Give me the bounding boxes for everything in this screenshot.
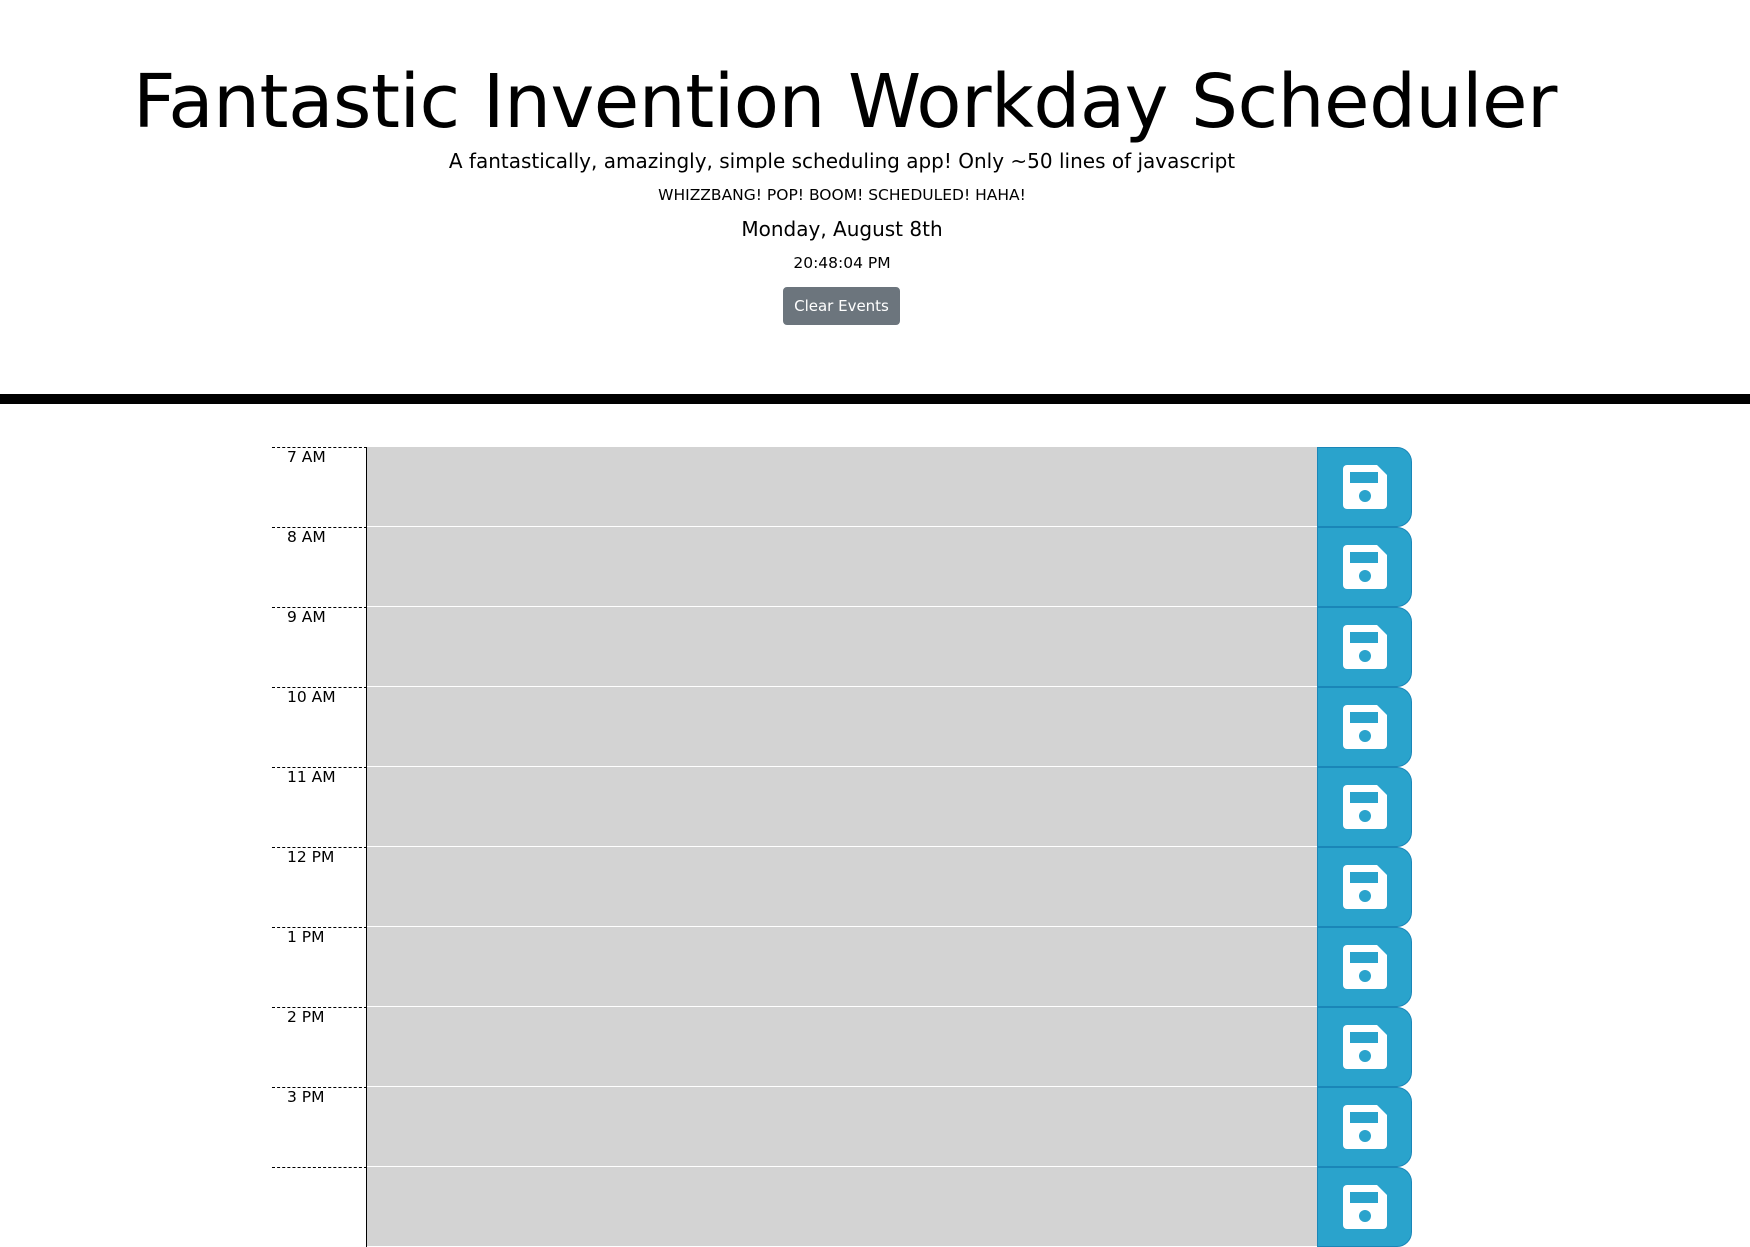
save-icon	[1342, 945, 1387, 989]
save-button[interactable]	[1317, 687, 1412, 767]
clear-events-button[interactable]: Clear Events	[783, 287, 900, 325]
save-icon	[1342, 1025, 1387, 1069]
time-block	[272, 1167, 1412, 1247]
save-button[interactable]	[1317, 1007, 1412, 1087]
save-button[interactable]	[1317, 847, 1412, 927]
save-button[interactable]	[1317, 1087, 1412, 1167]
save-icon	[1342, 625, 1387, 669]
event-description[interactable]	[367, 607, 1317, 687]
page-subtitle: A fantastically, amazingly, simple sched…	[448, 149, 1236, 173]
hour-label: 10 AM	[272, 687, 367, 767]
event-description[interactable]	[367, 767, 1317, 847]
event-description[interactable]	[367, 1007, 1317, 1087]
save-icon	[1342, 465, 1387, 509]
time-block: 12 PM	[272, 847, 1412, 927]
save-icon	[1342, 785, 1387, 829]
save-icon	[1342, 705, 1387, 749]
header: Fantastic Invention Workday Scheduler A …	[0, 0, 1750, 404]
time-block: 1 PM	[272, 927, 1412, 1007]
event-description[interactable]	[367, 447, 1317, 527]
hour-label: 12 PM	[272, 847, 367, 927]
save-button[interactable]	[1317, 527, 1412, 607]
event-description[interactable]	[367, 1167, 1317, 1247]
time-block: 8 AM	[272, 527, 1412, 607]
time-block: 9 AM	[272, 607, 1412, 687]
page-title: Fantastic Invention Workday Scheduler	[133, 59, 1557, 145]
event-description[interactable]	[367, 847, 1317, 927]
hour-label: 1 PM	[272, 927, 367, 1007]
save-button[interactable]	[1317, 607, 1412, 687]
hour-label: 7 AM	[272, 447, 367, 527]
save-button[interactable]	[1317, 767, 1412, 847]
save-icon	[1342, 1185, 1387, 1229]
hour-label: 8 AM	[272, 527, 367, 607]
hour-label: 2 PM	[272, 1007, 367, 1087]
hour-label: 3 PM	[272, 1087, 367, 1167]
time-block: 2 PM	[272, 1007, 1412, 1087]
save-button[interactable]	[1317, 1167, 1412, 1247]
tagline: WHIZZBANG! POP! BOOM! SCHEDULED! HAHA!	[658, 186, 1026, 204]
hour-label	[272, 1167, 367, 1247]
time-block: 3 PM	[272, 1087, 1412, 1167]
current-date: Monday, August 8th	[741, 217, 943, 241]
time-block: 7 AM	[272, 447, 1412, 527]
event-description[interactable]	[367, 527, 1317, 607]
time-block: 10 AM	[272, 687, 1412, 767]
schedule: 7 AM 8 AM 9 AM 10 AM 11 AM 12 PM 1 PM 2 …	[272, 447, 1412, 1247]
save-icon	[1342, 865, 1387, 909]
current-time: 20:48:04 PM	[793, 254, 891, 272]
event-description[interactable]	[367, 927, 1317, 1007]
time-block: 11 AM	[272, 767, 1412, 847]
event-description[interactable]	[367, 1087, 1317, 1167]
save-button[interactable]	[1317, 447, 1412, 527]
save-icon	[1342, 545, 1387, 589]
save-button[interactable]	[1317, 927, 1412, 1007]
hour-label: 9 AM	[272, 607, 367, 687]
hour-label: 11 AM	[272, 767, 367, 847]
event-description[interactable]	[367, 687, 1317, 767]
save-icon	[1342, 1105, 1387, 1149]
